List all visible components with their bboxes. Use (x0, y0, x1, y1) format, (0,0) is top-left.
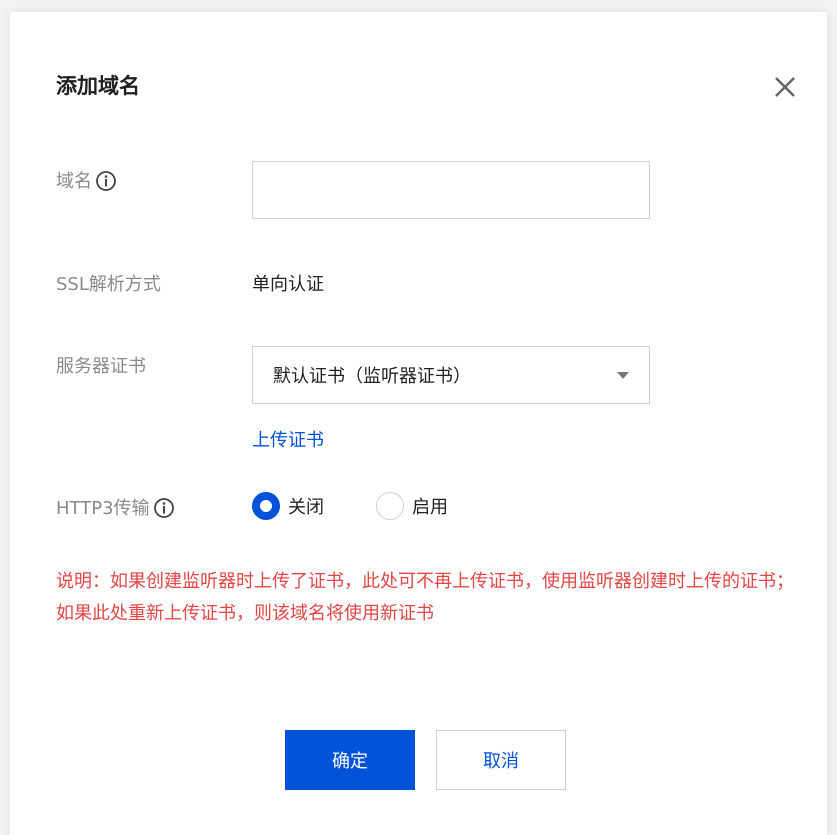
confirm-button[interactable]: 确定 (285, 730, 415, 790)
info-icon[interactable] (95, 170, 116, 191)
http3-label-row: HTTP3传输 (56, 494, 174, 520)
certificate-select[interactable]: 默认证书（监听器证书） (252, 346, 650, 404)
radio-http3-on[interactable]: 启用 (376, 492, 448, 520)
domain-label-row: 域名 (56, 167, 116, 193)
certificate-selected: 默认证书（监听器证书） (273, 366, 471, 387)
radio-on-label: 启用 (412, 497, 448, 518)
add-domain-dialog: 添加域名 域名 SSL解析方式 单向认证 服务器证书 默认证书（监听器证书） 上… (10, 12, 827, 835)
info-icon[interactable] (153, 497, 174, 518)
certificate-note: 说明：如果创建监听器时上传了证书，此处可不再上传证书，使用监听器创建时上传的证书… (56, 571, 794, 624)
radio-off-label: 关闭 (288, 497, 324, 518)
http3-label: HTTP3传输 (56, 498, 150, 519)
close-icon[interactable] (768, 70, 802, 104)
domain-input[interactable] (252, 161, 650, 219)
radio-unchecked-icon (376, 492, 404, 520)
radio-http3-off[interactable]: 关闭 (252, 492, 324, 520)
cancel-button[interactable]: 取消 (436, 730, 566, 790)
ssl-label: SSL解析方式 (56, 274, 161, 295)
dialog-title: 添加域名 (56, 74, 140, 98)
chevron-down-icon (617, 371, 629, 379)
ssl-value: 单向认证 (252, 274, 324, 295)
certificate-label: 服务器证书 (56, 356, 146, 377)
domain-label: 域名 (56, 171, 92, 192)
upload-certificate-link[interactable]: 上传证书 (252, 426, 324, 452)
radio-checked-icon (252, 492, 280, 520)
